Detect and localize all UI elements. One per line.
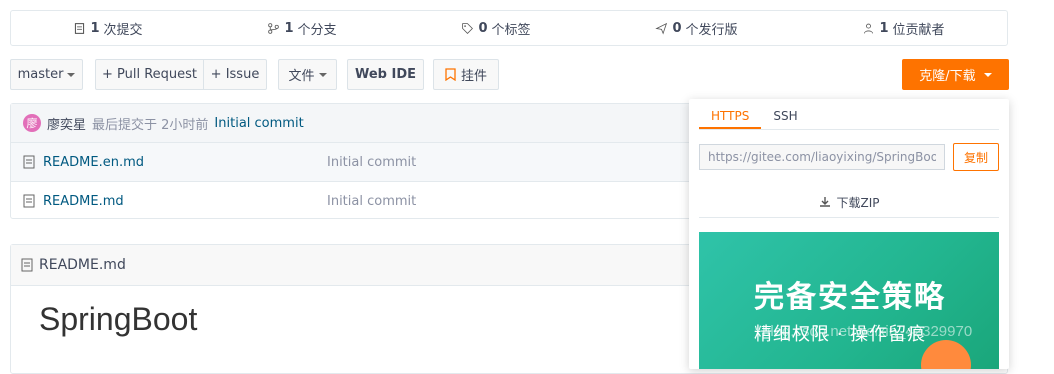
contributors-icon xyxy=(864,23,874,33)
readme-filename: README.md xyxy=(39,257,126,273)
widget-button[interactable]: 挂件 xyxy=(433,59,499,90)
tab-ssh[interactable]: SSH xyxy=(761,99,809,129)
file-icon xyxy=(23,194,35,208)
file-commit-message[interactable]: Initial commit xyxy=(327,194,416,209)
download-zip-link[interactable]: 下载ZIP xyxy=(699,187,999,218)
avatar[interactable]: 廖 xyxy=(23,114,41,132)
branch-select[interactable]: master xyxy=(10,59,83,90)
stat-commits[interactable]: 1 次提交 xyxy=(73,19,143,38)
files-dropdown[interactable]: 文件 xyxy=(278,59,337,90)
pull-request-button[interactable]: + Pull Request xyxy=(95,59,204,90)
commit-icon xyxy=(75,22,85,34)
stat-releases[interactable]: 0 个发行版 xyxy=(655,19,738,38)
commit-meta: 最后提交于 2小时前 xyxy=(92,117,209,133)
file-commit-message[interactable]: Initial commit xyxy=(327,155,416,170)
web-ide-button[interactable]: Web IDE xyxy=(347,59,424,90)
copy-button[interactable]: 复制 xyxy=(953,143,999,171)
commit-author[interactable]: 廖奕星 xyxy=(47,114,86,133)
protocol-tabs: HTTPS SSH xyxy=(699,99,999,130)
stat-branches[interactable]: 1 个分支 xyxy=(267,19,337,38)
readme-title: SpringBoot xyxy=(39,301,198,337)
tag-icon xyxy=(462,22,474,34)
promo-banner[interactable]: 完备安全策略 精细权限 · 操作留痕 xyxy=(699,232,999,369)
clone-url-input[interactable] xyxy=(699,144,945,170)
promo-title: 完备安全策略 xyxy=(754,280,946,315)
chevron-down-icon xyxy=(983,72,992,77)
stat-contributors[interactable]: 1 位贡献者 xyxy=(862,19,945,38)
branch-icon xyxy=(268,22,280,34)
bookmark-icon xyxy=(445,68,456,81)
promo-graphic xyxy=(921,340,971,369)
clone-download-button[interactable]: 克隆/下载 xyxy=(902,59,1009,90)
issue-button[interactable]: + Issue xyxy=(203,59,267,90)
chevron-down-icon xyxy=(318,72,327,77)
file-name-link[interactable]: README.en.md xyxy=(43,155,144,170)
commit-message[interactable]: Initial commit xyxy=(214,116,303,131)
chevron-down-icon xyxy=(67,72,76,77)
file-icon xyxy=(21,258,33,272)
stat-tags[interactable]: 0 个标签 xyxy=(461,19,531,38)
repo-stats-bar: 1 次提交 1 个分支 0 个标签 0 个发行版 1 位贡献者 xyxy=(10,10,1008,46)
watermark: blog.csdn.net/weixin_42329970 xyxy=(762,323,973,340)
file-icon xyxy=(23,155,35,169)
file-name-link[interactable]: README.md xyxy=(43,194,124,209)
release-icon xyxy=(655,22,668,35)
download-icon xyxy=(819,197,830,207)
tab-https[interactable]: HTTPS xyxy=(699,99,762,129)
